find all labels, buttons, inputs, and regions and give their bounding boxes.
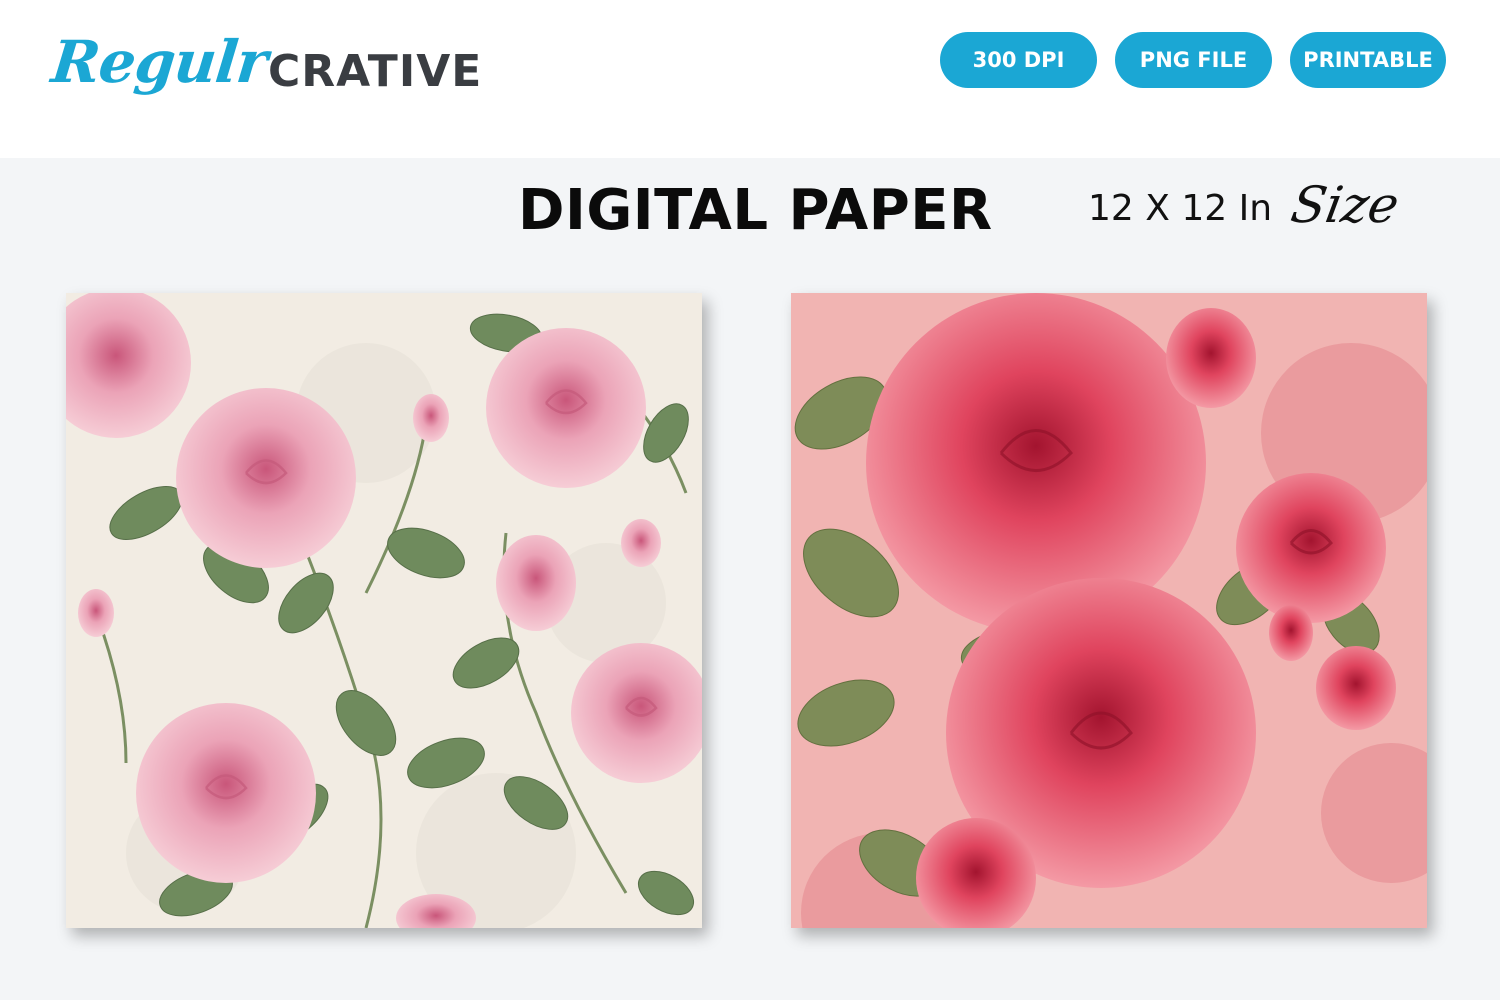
size-script: Size [1286, 176, 1404, 234]
badge-png: PNG FILE [1115, 32, 1272, 88]
paper-preview-left [66, 293, 702, 928]
logo-wordmark: CRATIVE [268, 46, 483, 97]
badge-dpi: 300 DPI [940, 32, 1097, 88]
logo-script: Regulr [48, 28, 270, 96]
header: Regulr CRATIVE 300 DPI PNG FILE PRINTABL… [0, 0, 1500, 158]
red-roses-illustration [791, 293, 1427, 928]
pale-roses-illustration [66, 293, 702, 928]
main-title: DIGITAL PAPER [518, 178, 993, 243]
paper-preview-right [791, 293, 1427, 928]
size-label: 12 X 12 In [1088, 188, 1273, 229]
badge-printable: PRINTABLE [1290, 32, 1446, 88]
